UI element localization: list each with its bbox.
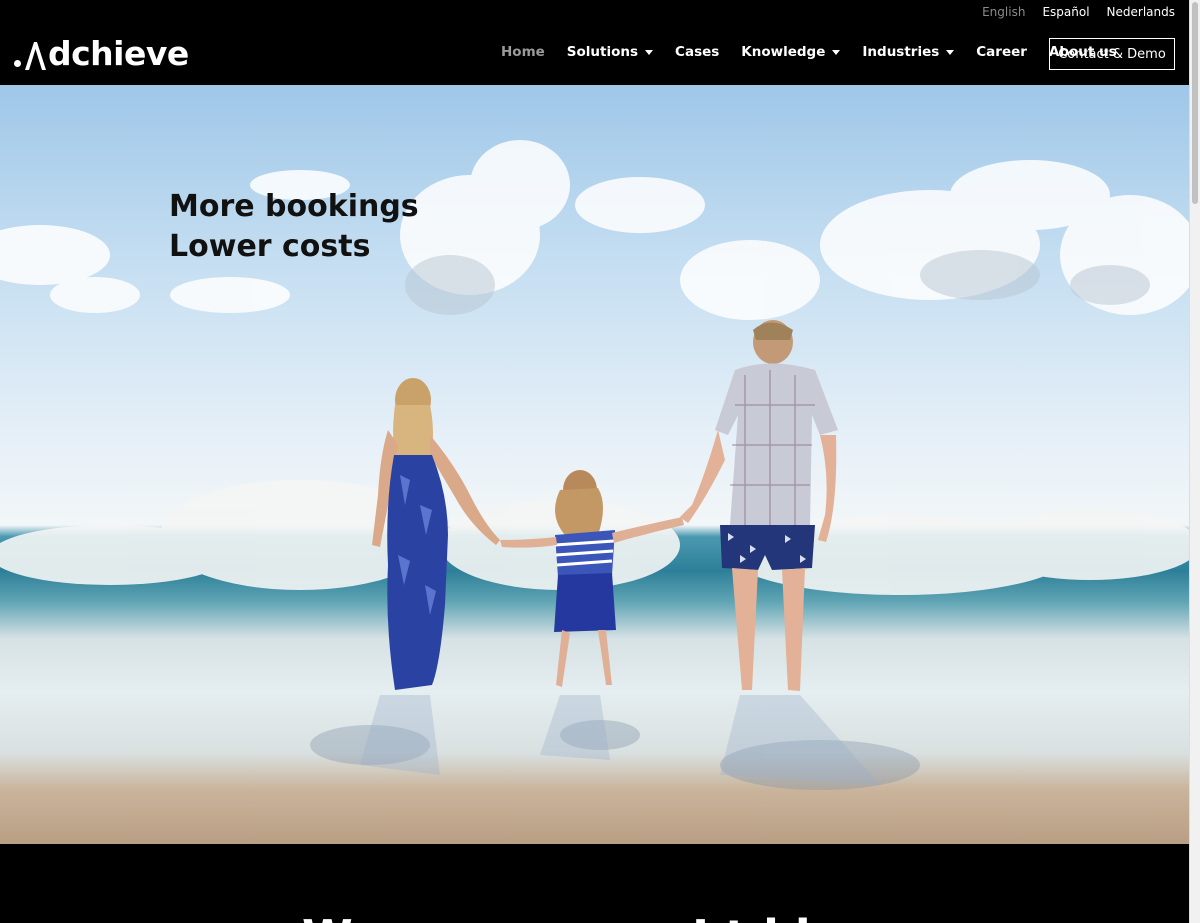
lang-espanol[interactable]: Español (1042, 5, 1089, 19)
language-switcher: English Español Nederlands (982, 5, 1175, 19)
nav-cases-label: Cases (675, 44, 720, 60)
hero-headline: More bookings Lower costs (169, 187, 419, 267)
man-figure (680, 320, 838, 691)
next-section (0, 844, 1189, 923)
chevron-down-icon (832, 50, 841, 55)
logo-dot (14, 60, 21, 67)
logo-text: dchieve (48, 34, 189, 73)
hero-line-1: More bookings (169, 189, 419, 224)
chevron-down-icon (645, 50, 654, 55)
section-heading-left-partial: W (302, 910, 353, 923)
brand-logo[interactable]: dchieve (14, 36, 189, 70)
page: English Español Nederlands dchieve Home … (0, 0, 1189, 923)
hero-line-2: Lower costs (169, 229, 371, 264)
lang-english[interactable]: English (982, 5, 1025, 19)
lang-nederlands[interactable]: Nederlands (1107, 5, 1175, 19)
hero-banner: More bookings Lower costs (0, 85, 1189, 844)
chevron-down-icon (946, 50, 955, 55)
logo-a-mark-icon (25, 42, 46, 70)
nav-career[interactable]: Career (976, 44, 1027, 60)
nav-knowledge[interactable]: Knowledge (741, 44, 841, 60)
scrollbar-thumb[interactable] (1192, 2, 1198, 204)
nav-solutions-label: Solutions (566, 44, 639, 60)
nav-cases[interactable]: Cases (675, 44, 719, 60)
nav-home-label: Home (501, 44, 545, 60)
main-nav: Home Solutions Cases Knowledge Industrie… (501, 44, 1139, 60)
nav-knowledge-label: Knowledge (741, 44, 826, 60)
nav-industries[interactable]: Industries (862, 44, 955, 60)
nav-industries-label: Industries (862, 44, 940, 60)
section-heading-right-partial: I t i l (692, 910, 811, 923)
contact-demo-button[interactable]: Contact & Demo (1049, 38, 1175, 70)
page-scrollbar[interactable] (1189, 0, 1200, 923)
nav-home[interactable]: Home (501, 44, 545, 60)
nav-solutions[interactable]: Solutions (566, 44, 654, 60)
nav-career-label: Career (976, 44, 1027, 60)
